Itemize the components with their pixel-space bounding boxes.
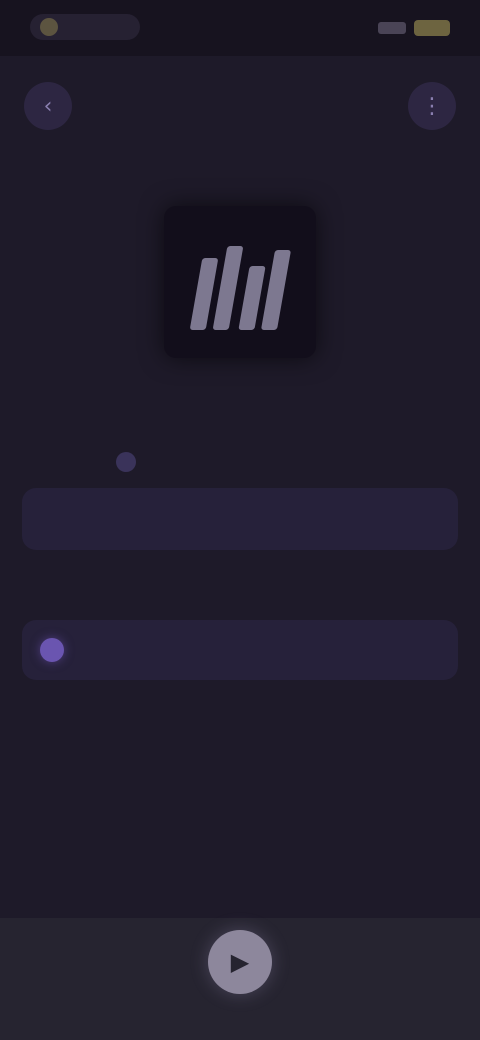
info-card[interactable] — [22, 488, 458, 550]
art-bar — [260, 250, 292, 330]
back-icon: ‹ — [43, 93, 53, 119]
status-bar — [0, 0, 480, 56]
battery-icon — [414, 20, 450, 36]
more-icon: ⋮ — [421, 93, 443, 119]
signal-icon — [378, 22, 406, 34]
play-icon: ▶ — [230, 948, 250, 976]
status-pill — [30, 14, 140, 40]
more-button[interactable]: ⋮ — [408, 82, 456, 130]
track-meta — [36, 448, 444, 476]
back-button[interactable]: ‹ — [24, 82, 72, 130]
play-button[interactable]: ▶ — [208, 930, 272, 994]
status-indicator-icon — [40, 18, 58, 36]
item-indicator-icon — [40, 638, 64, 662]
album-art — [164, 206, 316, 358]
track-title — [120, 400, 360, 430]
page-title — [190, 94, 290, 118]
status-icons — [350, 16, 450, 40]
screen: ‹ ⋮ ▶ — [0, 0, 480, 1040]
list-item[interactable] — [22, 620, 458, 680]
header: ‹ ⋮ — [0, 66, 480, 146]
album-art-graphic — [188, 234, 292, 330]
section-label — [38, 584, 238, 606]
artist-avatar-icon — [116, 452, 136, 472]
